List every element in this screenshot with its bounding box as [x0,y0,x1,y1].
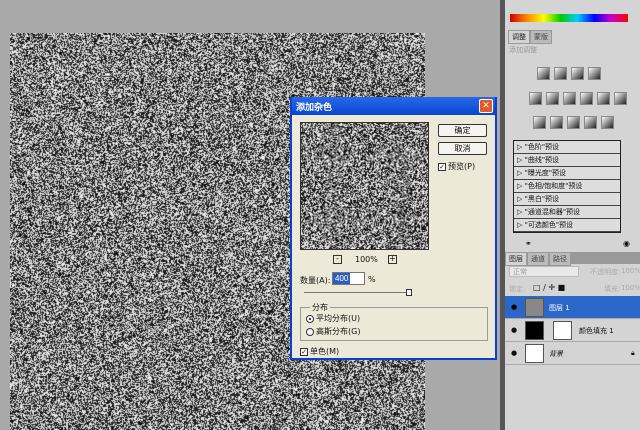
check-icon: ✓ [300,348,308,356]
layer-name: 图层 1 [549,303,570,313]
gaussian-label: 高斯分布(G) [316,327,360,336]
preset-list: ▷ "色阶"预设 ▷ "曲线"预设 ▷ "曝光度"预设 ▷ "色相/饱和度"预设… [513,140,621,233]
radio-selected-icon [306,315,314,323]
preview-checkbox[interactable]: ✓ 预览(P) [438,161,475,172]
curves-icon[interactable] [571,67,584,80]
amount-label: 数量(A): [300,275,330,286]
preset-item[interactable]: ▷ "通道混和器"预设 [514,206,620,219]
eye-icon[interactable]: ● [511,349,517,357]
tab-paths[interactable]: 路径 [549,252,571,266]
dialog-title-bar: 添加杂色 ✕ [292,97,495,115]
threshold-icon[interactable] [567,116,580,129]
layer-row-selected[interactable]: ● 图层 1 [505,296,640,319]
eye-icon[interactable]: ● [511,303,517,311]
layer-row[interactable]: ● 颜色填充 1 [505,319,640,342]
gradient-map-icon[interactable] [584,116,597,129]
hue-saturation-icon[interactable] [546,92,559,105]
exposure-icon[interactable] [588,67,601,80]
invert-icon[interactable] [533,116,546,129]
brightness-icon[interactable] [537,67,550,80]
layer-row[interactable]: ● 背景 🔒︎ [505,342,640,365]
preview-image[interactable] [300,122,429,250]
preset-item[interactable]: ▷ "色相/饱和度"预设 [514,180,620,193]
amount-slider-handle[interactable] [406,289,412,296]
preset-item[interactable]: ▷ "曝光度"预设 [514,167,620,180]
posterize-icon[interactable] [550,116,563,129]
adjust-icons-row3 [531,116,616,131]
ok-button[interactable]: 确定 [438,124,487,137]
amount-input[interactable] [332,272,365,285]
radio-icon [306,328,314,336]
layer-name: 背景 [549,349,563,359]
opacity-label: 不透明度: [590,267,620,277]
selective-color-icon[interactable] [601,116,614,129]
adjust-tabs: 调整 蒙版 [508,30,552,44]
dialog-title: 添加杂色 [296,103,332,113]
photo-filter-icon[interactable] [597,92,610,105]
lock-label: 锁定: [509,284,525,294]
lock-icons[interactable]: □ ∕ ✛ ■ [533,283,565,292]
zoom-level: 100% [355,255,378,264]
preset-item[interactable]: ▷ "色阶"预设 [514,141,620,154]
check-icon: ✓ [438,163,446,171]
color-balance-icon[interactable] [563,92,576,105]
gaussian-radio[interactable]: 高斯分布(G) [306,326,360,337]
zoom-in-button[interactable]: + [388,255,397,264]
adjust-icons-row1 [535,67,603,82]
tab-masks[interactable]: 蒙版 [530,30,552,44]
preset-item[interactable]: ▷ "黑白"预设 [514,193,620,206]
preset-item[interactable]: ▷ "曲线"预设 [514,154,620,167]
blend-mode-select[interactable]: 正常 [509,266,579,277]
visibility-icon[interactable]: ◉ [623,239,630,248]
tab-channels[interactable]: 通道 [527,252,549,266]
mono-checkbox[interactable]: ✓ 单色(M) [300,346,339,357]
mono-label: 单色(M) [310,347,339,356]
fill-label: 填充: [604,284,620,294]
fill-thumbnail [525,321,544,340]
uniform-label: 平均分布(U) [316,314,360,323]
right-panels: 调整 蒙版 添加调整 ▷ "色阶"预设 ▷ "曲线"预设 ▷ "曝光度"预设 ▷ … [500,0,640,430]
close-icon[interactable]: ✕ [479,99,493,113]
uniform-radio[interactable]: 平均分布(U) [306,313,360,324]
adjust-header: 添加调整 [509,45,537,55]
distribution-label: 分布 [310,302,330,313]
opacity-value[interactable]: 100% [621,267,640,275]
tab-layers[interactable]: 图层 [505,252,527,266]
layer-name: 颜色填充 1 [579,326,614,336]
adjust-icons-row2 [527,92,629,107]
levels-icon[interactable] [554,67,567,80]
fill-value[interactable]: 100% [621,284,640,292]
layer-thumbnail [525,298,544,317]
preview-label: 预览(P) [448,162,475,171]
preset-item[interactable]: ▷ "可选颜色"预设 [514,219,620,232]
add-noise-dialog: 添加杂色✕ 确定 取消 ✓预览(P) - 100% + 数量(A): % 分布 … [290,97,497,360]
clip-icon[interactable]: ⚭ [525,239,532,248]
vibrance-icon[interactable] [529,92,542,105]
zoom-out-button[interactable]: - [333,255,342,264]
amount-slider-track[interactable] [304,292,410,293]
tab-adjustments[interactable]: 调整 [508,30,530,44]
eye-icon[interactable]: ● [511,326,517,334]
color-ramp[interactable] [510,14,628,22]
channel-mixer-icon[interactable] [614,92,627,105]
black-white-icon[interactable] [580,92,593,105]
layers-tabs: 图层 通道 路径 [505,252,640,264]
mask-thumbnail [553,321,572,340]
layer-thumbnail [525,344,544,363]
cancel-button[interactable]: 取消 [438,142,487,155]
amount-unit: % [368,275,376,284]
lock-icon: 🔒︎ [631,349,635,358]
